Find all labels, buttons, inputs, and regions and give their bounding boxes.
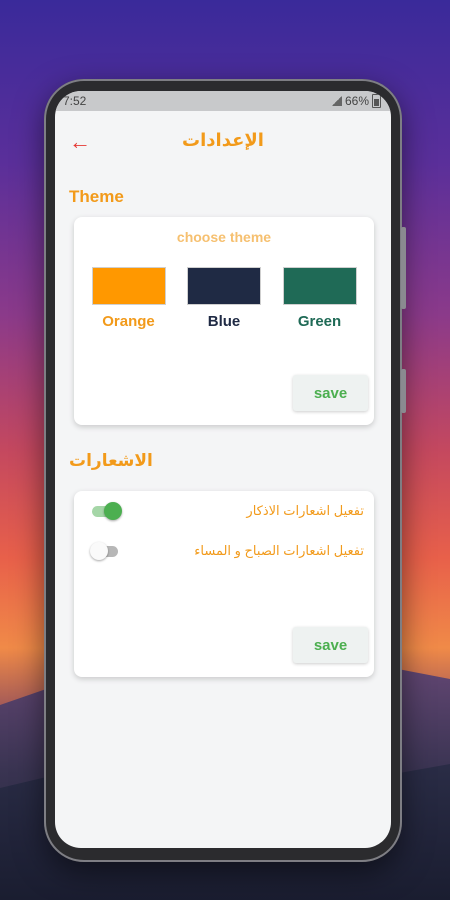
notifications-save-button[interactable]: save — [293, 627, 368, 663]
morning-evening-toggle[interactable] — [90, 542, 120, 560]
choose-theme-label: choose theme — [176, 229, 272, 245]
adhkar-toggle[interactable] — [90, 502, 122, 520]
power-button — [401, 369, 406, 413]
battery-icon — [372, 94, 381, 108]
battery-percent: 66% — [344, 94, 369, 108]
theme-card: choose theme Orange Blue Green save — [74, 217, 374, 425]
green-swatch[interactable] — [282, 267, 357, 305]
theme-section-title: Theme — [69, 187, 124, 206]
app-bar: ← الإعدادات — [55, 111, 391, 169]
notif-row-morning-evening: تفعيل اشعارات الصباح و المساء — [74, 531, 374, 571]
theme-save-button[interactable]: save — [293, 375, 368, 411]
status-bar: 7:52 66% — [55, 91, 391, 111]
notifications-section-title: الاشعارات — [69, 451, 153, 470]
notif-label: تفعيل اشعارات الصباح و المساء — [194, 543, 364, 558]
notifications-card: تفعيل اشعارات الاذكار تفعيل اشعارات الصب… — [74, 491, 374, 677]
theme-option-label: Orange — [102, 313, 155, 330]
status-time: 7:52 — [63, 94, 87, 108]
notif-row-adhkar: تفعيل اشعارات الاذكار — [74, 491, 374, 531]
theme-option-label: Blue — [207, 313, 241, 330]
signal-icon — [331, 96, 342, 106]
blue-swatch[interactable] — [187, 267, 261, 305]
page-title: الإعدادات — [182, 129, 264, 150]
theme-option-orange[interactable]: Orange — [91, 267, 166, 330]
theme-option-label: Green — [297, 313, 342, 330]
theme-option-blue[interactable]: Blue — [187, 267, 262, 330]
volume-button — [401, 227, 406, 309]
notif-label: تفعيل اشعارات الاذكار — [246, 503, 364, 518]
theme-swatches: Orange Blue Green — [74, 245, 374, 330]
arrow-back-icon[interactable]: ← — [69, 131, 91, 153]
theme-option-green[interactable]: Green — [282, 267, 357, 330]
app-screen: 7:52 66% ← الإعدادات Theme choose theme … — [55, 91, 391, 848]
phone-frame: 7:52 66% ← الإعدادات Theme choose theme … — [44, 79, 406, 862]
orange-swatch[interactable] — [91, 267, 166, 305]
